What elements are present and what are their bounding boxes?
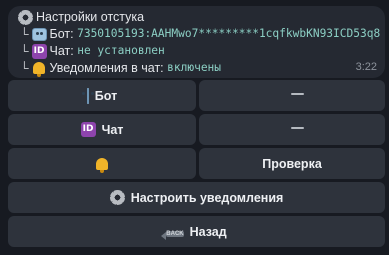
- message-time: 3:22: [355, 61, 377, 73]
- title-line: Настройки отстука: [18, 9, 144, 25]
- chat-label: Чат:: [49, 44, 74, 58]
- bot-label: Бот:: [49, 27, 74, 41]
- bot-token[interactable]: 7350105193:AAHMwo7*********1cqfkwbKN93IC…: [77, 26, 380, 42]
- check-button[interactable]: Проверка: [199, 148, 385, 179]
- back-button-label: Назад: [189, 224, 227, 239]
- configure-notifications-label: Настроить уведомления: [130, 190, 284, 205]
- back-button[interactable]: BACK Назад: [8, 216, 385, 247]
- bot-line: └ Бот: 7350105193:AAHMwo7*********1cqfkw…: [18, 26, 380, 42]
- id-badge-icon: ID: [31, 43, 47, 59]
- notify-value[interactable]: включены: [167, 60, 221, 76]
- robot-icon: [31, 27, 47, 42]
- tree-branch: └: [20, 44, 29, 58]
- bot-button-label: Бот: [94, 88, 118, 103]
- notifications-toggle-button[interactable]: [8, 148, 196, 179]
- message-title: Настройки отстука: [36, 10, 145, 24]
- chat-value[interactable]: не установлен: [77, 43, 165, 59]
- chat-button-label: Чат: [101, 122, 124, 137]
- gear-icon: [18, 9, 33, 25]
- configure-notifications-button[interactable]: Настроить уведомления: [8, 182, 385, 213]
- id-badge-icon: ID: [80, 122, 96, 137]
- bell-icon: [96, 157, 108, 173]
- check-button-label: Проверка: [262, 156, 322, 171]
- chat-line: └ ID Чат: не установлен: [18, 43, 165, 59]
- bot-button[interactable]: Бот: [8, 80, 196, 111]
- chat-button[interactable]: ID Чат: [8, 114, 196, 145]
- message-bubble: Настройки отстука └ Бот: 7350105193:AAHM…: [8, 6, 385, 78]
- robot-icon: [86, 87, 89, 104]
- delete-bot-button[interactable]: [199, 80, 385, 111]
- tree-branch: └: [20, 27, 29, 41]
- bell-icon: [32, 61, 47, 77]
- notify-label: Уведомления в чат:: [49, 61, 164, 75]
- back-arrow-icon: BACK: [166, 230, 184, 237]
- delete-chat-button[interactable]: [199, 114, 385, 145]
- notify-line: └ Уведомления в чат: включены: [18, 60, 221, 77]
- tree-branch: └: [20, 61, 29, 75]
- gear-icon: [109, 190, 125, 205]
